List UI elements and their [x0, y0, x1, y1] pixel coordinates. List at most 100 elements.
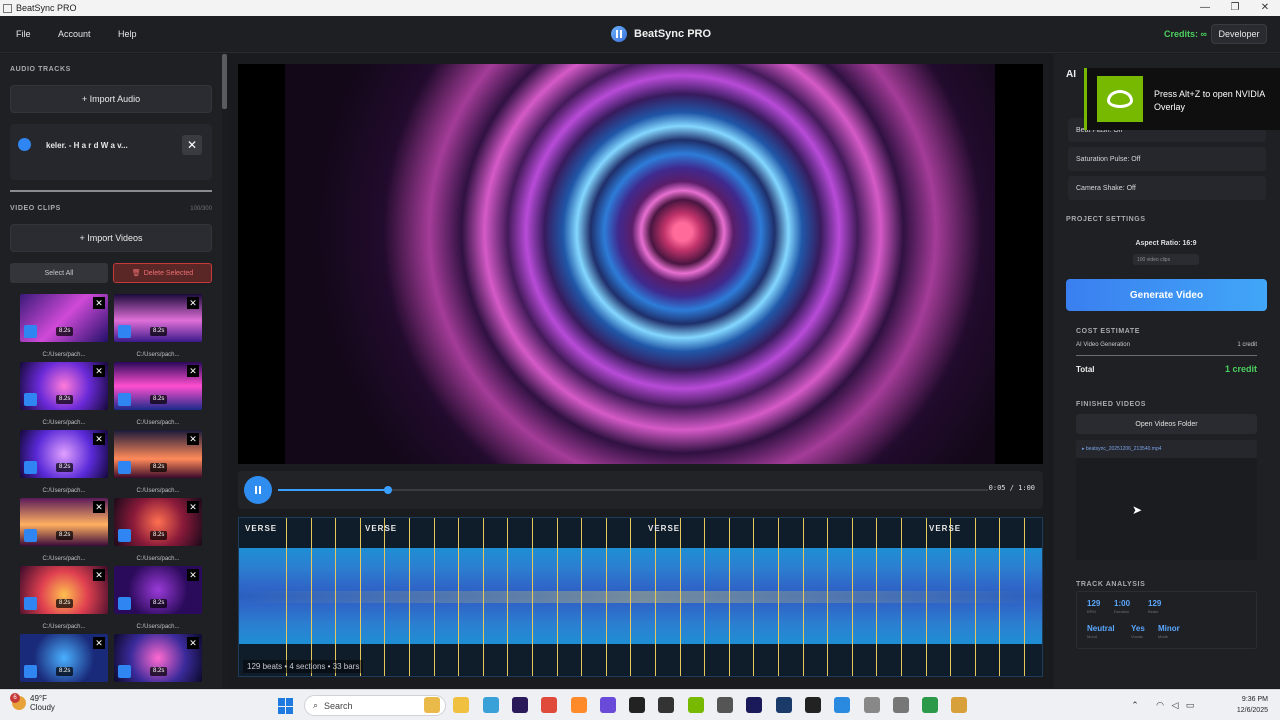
clip-select-checkbox[interactable]: [24, 325, 37, 338]
media-encoder-icon[interactable]: [746, 697, 763, 713]
pause-button[interactable]: [244, 476, 272, 504]
video-clip-thumbnail[interactable]: ✕ 8.2s: [114, 498, 202, 546]
search-label: Search: [324, 700, 353, 711]
clip-select-checkbox[interactable]: [118, 461, 131, 474]
beat-line: [286, 518, 287, 676]
cost-item-value: 1 credit: [1237, 342, 1257, 348]
delete-selected-button[interactable]: 🗑 Delete Selected: [113, 263, 212, 283]
seek-handle[interactable]: [384, 486, 393, 494]
beat-line: [704, 518, 706, 676]
cost-item: AI Video Generation: [1076, 342, 1130, 348]
clip-select-checkbox[interactable]: [24, 665, 37, 678]
video-clip-thumbnail[interactable]: ✕ 8.2s: [20, 294, 108, 342]
beat-line: [335, 518, 337, 676]
clip-select-checkbox[interactable]: [24, 597, 37, 610]
import-videos-button[interactable]: + Import Videos: [10, 224, 212, 252]
remove-clip-button[interactable]: ✕: [93, 501, 105, 513]
weather-widget[interactable]: 6 49°F Cloudy: [10, 693, 55, 712]
menu-file[interactable]: File: [16, 29, 31, 39]
video-clip-thumbnail[interactable]: ✕ 8.2s: [114, 362, 202, 410]
remove-clip-button[interactable]: ✕: [93, 433, 105, 445]
steam-icon[interactable]: [775, 697, 792, 713]
remove-clip-button[interactable]: ✕: [187, 637, 199, 649]
delete-selected-label: Delete Selected: [143, 269, 194, 277]
seek-bar[interactable]: [278, 486, 988, 494]
left-scrollbar[interactable]: [222, 54, 227, 109]
remove-clip-button[interactable]: ✕: [187, 297, 199, 309]
effect-saturation-pulse[interactable]: Saturation Pulse: Off: [1068, 147, 1266, 171]
open-videos-folder-button[interactable]: Open Videos Folder: [1076, 414, 1257, 434]
video-clip-thumbnail[interactable]: ✕ 8.2s: [20, 362, 108, 410]
video-clip-thumbnail[interactable]: ✕ 8.2s: [20, 634, 108, 682]
speaker-icon[interactable]: ◁: [1170, 700, 1180, 710]
video-preview[interactable]: [238, 64, 1043, 464]
audio-track-item[interactable]: keler. - H a r d W a v... ✕: [10, 124, 212, 180]
window-title: BeatSync PRO: [16, 3, 77, 13]
remove-clip-button[interactable]: ✕: [187, 501, 199, 513]
import-audio-button[interactable]: + Import Audio: [10, 85, 212, 113]
settings-icon[interactable]: [892, 697, 909, 713]
video-clip-thumbnail[interactable]: ✕ 8.2s: [114, 566, 202, 614]
menu-account[interactable]: Account: [58, 29, 91, 39]
nvidia-icon[interactable]: [687, 697, 704, 713]
github-icon[interactable]: [629, 697, 646, 713]
remove-clip-button[interactable]: ✕: [93, 637, 105, 649]
minimize-button[interactable]: —: [1190, 0, 1220, 16]
proton-icon[interactable]: [599, 697, 616, 713]
chrome-icon[interactable]: [541, 697, 558, 713]
clip-select-checkbox[interactable]: [118, 597, 131, 610]
clip-select-checkbox[interactable]: [118, 529, 131, 542]
remove-clip-button[interactable]: ✕: [187, 569, 199, 581]
app-icon[interactable]: [863, 697, 880, 713]
app-icon[interactable]: [717, 697, 733, 713]
weather-condition: Cloudy: [30, 703, 55, 712]
video-clip-thumbnail[interactable]: ✕ 8.2s: [20, 430, 108, 478]
total-label: Total: [1076, 364, 1095, 374]
remove-clip-button[interactable]: ✕: [93, 365, 105, 377]
video-clip-thumbnail[interactable]: ✕ 8.2s: [114, 294, 202, 342]
video-clip-thumbnail[interactable]: ✕ 8.2s: [20, 498, 108, 546]
video-clip-thumbnail[interactable]: ✕ 8.2s: [114, 430, 202, 478]
remove-clip-button[interactable]: ✕: [187, 433, 199, 445]
remove-clip-button[interactable]: ✕: [93, 297, 105, 309]
video-clip-thumbnail[interactable]: ✕ 8.2s: [20, 566, 108, 614]
start-button[interactable]: [278, 698, 294, 714]
explorer-icon[interactable]: [424, 697, 440, 713]
clip-select-checkbox[interactable]: [24, 529, 37, 542]
chevron-up-icon[interactable]: ⌃: [1130, 700, 1140, 710]
generate-video-button[interactable]: Generate Video: [1066, 279, 1267, 311]
remove-clip-button[interactable]: ✕: [187, 365, 199, 377]
video-file-item[interactable]: ▸ beatsync_20251206_213540.mp4: [1076, 440, 1257, 458]
clip-select-checkbox[interactable]: [24, 393, 37, 406]
clip-select-checkbox[interactable]: [24, 461, 37, 474]
chrome-icon[interactable]: [922, 697, 939, 713]
clip-select-checkbox[interactable]: [118, 393, 131, 406]
divider: [10, 190, 212, 192]
beatsync-icon[interactable]: [951, 697, 968, 713]
effect-camera-shake[interactable]: Camera Shake: Off: [1068, 176, 1266, 200]
notepad-icon[interactable]: [482, 697, 499, 713]
wifi-icon[interactable]: ◠: [1155, 700, 1165, 710]
firefox-icon[interactable]: [570, 697, 587, 713]
menu-help[interactable]: Help: [118, 29, 137, 39]
clip-select-checkbox[interactable]: [118, 665, 131, 678]
waveform-timeline[interactable]: VERSE VERSE VERSE VERSE 129 beats • 4 se…: [238, 517, 1043, 677]
battery-icon[interactable]: ▭: [1185, 700, 1195, 710]
video-clip-thumbnail[interactable]: ✕ 8.2s: [114, 634, 202, 682]
discord-icon[interactable]: [804, 697, 821, 713]
close-button[interactable]: ✕: [1250, 0, 1280, 16]
terminal-icon[interactable]: [658, 697, 675, 713]
file-folder-icon[interactable]: [453, 697, 470, 713]
clip-select-checkbox[interactable]: [118, 325, 131, 338]
developer-button[interactable]: Developer: [1211, 24, 1267, 44]
audio-tracks-label: AUDIO TRACKS: [10, 66, 71, 73]
maximize-button[interactable]: ❐: [1220, 0, 1250, 16]
vscode-icon[interactable]: [834, 697, 851, 713]
select-all-button[interactable]: Select All: [10, 263, 108, 283]
clock[interactable]: 9:36 PM 12/6/2025: [1237, 694, 1268, 716]
premiere-icon[interactable]: [511, 697, 528, 713]
nvidia-overlay-toast[interactable]: Press Alt+Z to open NVIDIA Overlay: [1084, 68, 1280, 130]
remove-track-button[interactable]: ✕: [182, 135, 202, 155]
aspect-ratio[interactable]: Aspect Ratio: 16:9: [1066, 240, 1266, 247]
remove-clip-button[interactable]: ✕: [93, 569, 105, 581]
